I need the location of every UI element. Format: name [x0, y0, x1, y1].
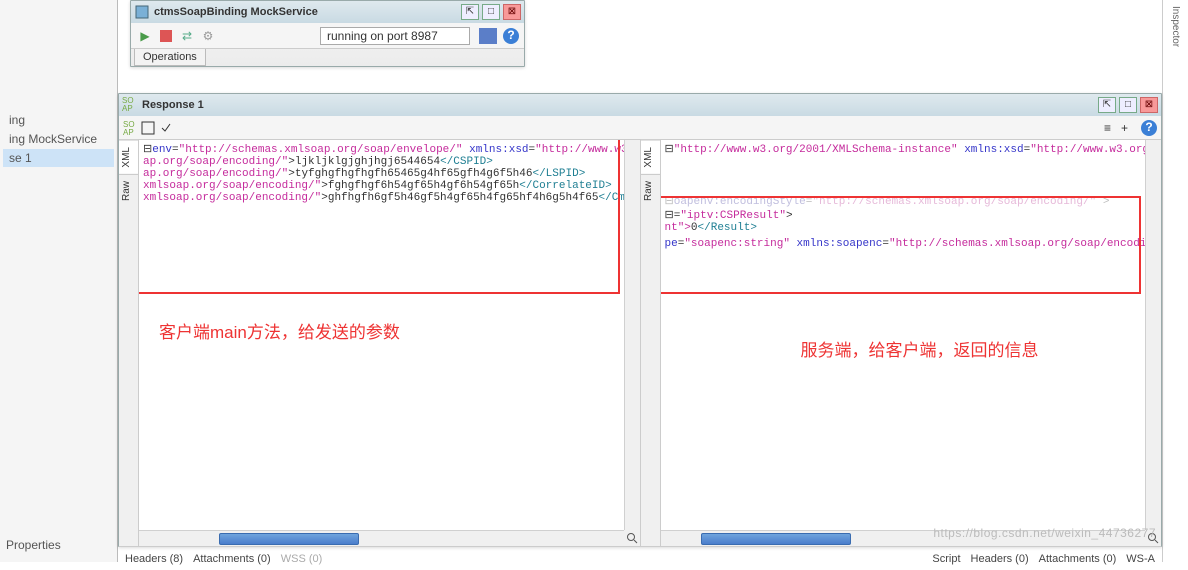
response-toolbar: SOAP ≡ + ? — [119, 116, 1161, 140]
close-button[interactable]: ⊠ — [503, 4, 521, 20]
help-icon[interactable]: ? — [1141, 120, 1157, 136]
watermark: https://blog.csdn.net/weixin_44736277 — [933, 526, 1156, 540]
vtab-xml[interactable]: XML — [119, 140, 138, 174]
tab-wsa[interactable]: WS-A — [1126, 553, 1155, 565]
request-vtabs: XML Raw — [119, 140, 139, 546]
search-icon[interactable] — [624, 530, 640, 546]
dock-button[interactable]: ⇱ — [1098, 97, 1116, 113]
properties-header[interactable]: Properties — [6, 538, 61, 552]
response-vtabs: XML Raw — [641, 140, 661, 546]
validate-icon[interactable] — [159, 121, 173, 135]
sidebar-item[interactable]: ing MockService — [3, 130, 114, 148]
response-window: SOAP Response 1 ⇱ □ ⊠ SOAP ≡ + ? — [118, 93, 1162, 547]
port-status: running on port 8987 — [320, 27, 470, 45]
maximize-button[interactable]: □ — [482, 4, 500, 20]
response-titlebar[interactable]: SOAP Response 1 ⇱ □ ⊠ — [119, 94, 1161, 116]
request-pane: XML Raw ⊟env="http://schemas.xmlsoap.org… — [119, 140, 641, 546]
maximize-button[interactable]: □ — [1119, 97, 1137, 113]
add-icon[interactable]: ≡ — [1104, 121, 1118, 135]
recreate-icon[interactable] — [141, 121, 155, 135]
highlight-box-right — [661, 196, 1142, 294]
h-scrollbar[interactable] — [139, 530, 624, 546]
mockservice-title: ctmsSoapBinding MockService — [150, 6, 461, 18]
tab-wss[interactable]: WSS (0) — [281, 553, 323, 565]
close-button[interactable]: ⊠ — [1140, 97, 1158, 113]
inspector-label: Inspector — [1170, 6, 1181, 47]
tab-attachments-right[interactable]: Attachments (0) — [1039, 553, 1117, 565]
response-icon: SOAP — [122, 97, 138, 113]
vtab-xml[interactable]: XML — [641, 140, 660, 174]
tab-headers-right[interactable]: Headers (0) — [971, 553, 1029, 565]
soap-label-icon: SOAP — [123, 121, 137, 135]
sidebar-item-selected[interactable]: se 1 — [3, 149, 114, 167]
port-indicator — [479, 28, 497, 44]
mockservice-icon — [134, 4, 150, 20]
highlight-box-left — [139, 140, 620, 294]
annotation-left: 客户端main方法，给发送的参数 — [159, 318, 400, 343]
stop-button[interactable] — [157, 27, 175, 45]
mockservice-window: ctmsSoapBinding MockService ⇱ □ ⊠ ▶ ⇄ ⚙ … — [130, 0, 525, 67]
cycle-button[interactable]: ⇄ — [178, 27, 196, 45]
dock-button[interactable]: ⇱ — [461, 4, 479, 20]
v-scrollbar[interactable] — [1145, 140, 1161, 530]
plus-icon[interactable]: + — [1121, 121, 1135, 135]
mockservice-titlebar[interactable]: ctmsSoapBinding MockService ⇱ □ ⊠ — [131, 1, 524, 23]
tab-headers-left[interactable]: Headers (8) — [125, 553, 183, 565]
main-area: ctmsSoapBinding MockService ⇱ □ ⊠ ▶ ⇄ ⚙ … — [118, 0, 1162, 562]
v-scrollbar[interactable] — [624, 140, 640, 530]
sidebar-item[interactable]: ing — [3, 111, 114, 129]
help-icon[interactable]: ? — [503, 28, 519, 44]
settings-button[interactable]: ⚙ — [199, 27, 217, 45]
response-pane: XML Raw ⊟"http://www.w3.org/2001/XMLSche… — [641, 140, 1162, 546]
mockservice-toolbar: ▶ ⇄ ⚙ running on port 8987 ? — [131, 23, 524, 49]
request-xml-view[interactable]: ⊟env="http://schemas.xmlsoap.org/soap/en… — [139, 140, 640, 546]
tab-attachments-left[interactable]: Attachments (0) — [193, 553, 271, 565]
response-xml-view[interactable]: ⊟"http://www.w3.org/2001/XMLSchema-insta… — [661, 140, 1162, 546]
response-title: Response 1 — [138, 99, 1098, 111]
navigator-sidebar: ing ing MockService se 1 Properties — [0, 0, 118, 562]
inspector-panel[interactable]: Inspector — [1162, 0, 1188, 562]
operations-tab[interactable]: Operations — [134, 49, 206, 66]
vtab-raw[interactable]: Raw — [641, 174, 660, 207]
response-bottom-tabs: Headers (8) Attachments (0) WSS (0) Scri… — [119, 546, 1161, 570]
annotation-right: 服务端，给客户端，返回的信息 — [801, 336, 1039, 361]
tab-script[interactable]: Script — [932, 553, 960, 565]
vtab-raw[interactable]: Raw — [119, 174, 138, 207]
play-button[interactable]: ▶ — [136, 27, 154, 45]
